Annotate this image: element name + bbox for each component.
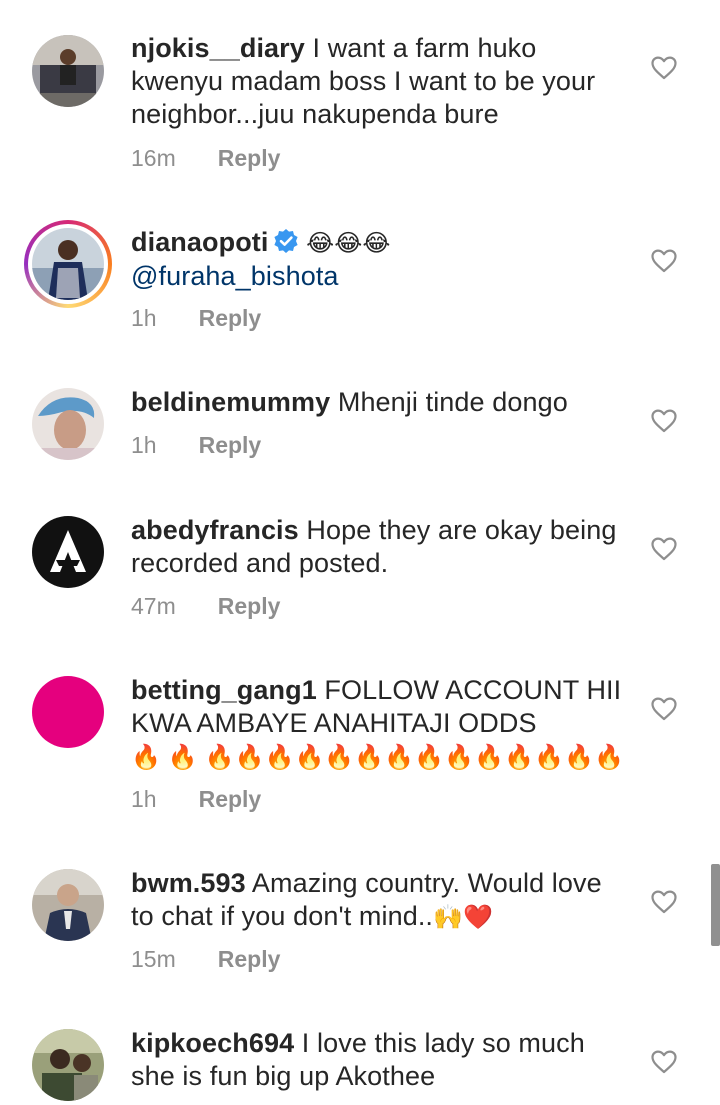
comment-emojis: 🔥 🔥 🔥🔥🔥🔥🔥🔥🔥🔥🔥🔥🔥🔥🔥🔥	[131, 744, 625, 771]
comment-time: 1h	[131, 786, 157, 812]
comment-username[interactable]: bwm.593	[131, 868, 246, 898]
comment-username[interactable]: betting_gang1	[131, 675, 317, 705]
comment-time: 16m	[131, 145, 176, 171]
reply-button[interactable]: Reply	[199, 430, 262, 460]
comment-meta: 1h Reply	[131, 430, 261, 460]
heart-outline-icon[interactable]	[651, 890, 677, 914]
heart-outline-icon[interactable]	[651, 537, 677, 561]
comment-text: betting_gang1 FOLLOW ACCOUNT HII KWA AMB…	[131, 674, 631, 774]
heart-outline-icon[interactable]	[651, 1050, 677, 1074]
comment-username[interactable]: dianaopoti	[131, 227, 269, 257]
comment-text: beldinemummy Mhenji tinde dongo	[131, 386, 631, 419]
reply-button[interactable]: Reply	[218, 143, 281, 173]
reply-button[interactable]: Reply	[218, 944, 281, 974]
story-ring[interactable]	[24, 220, 112, 308]
comment-body: Mhenji tinde dongo	[330, 387, 568, 417]
heart-outline-icon[interactable]	[651, 249, 677, 273]
reply-button[interactable]: Reply	[218, 591, 281, 621]
comment-time: 15m	[131, 946, 176, 972]
heart-outline-icon[interactable]	[651, 56, 677, 80]
avatar[interactable]	[32, 228, 104, 300]
avatar[interactable]	[32, 1029, 104, 1101]
avatar[interactable]	[32, 388, 104, 460]
comment-meta: 15m Reply	[131, 944, 280, 974]
reply-button[interactable]: Reply	[199, 303, 262, 333]
comment-text: kipkoech694 I love this lady so much she…	[131, 1027, 631, 1093]
reply-button[interactable]: Reply	[199, 784, 262, 814]
comment-text: dianaopoti 😂😂😂 @furaha_bishota	[131, 226, 631, 293]
scrollbar-thumb[interactable]	[711, 864, 720, 946]
comment-username[interactable]: beldinemummy	[131, 387, 330, 417]
avatar[interactable]	[32, 869, 104, 941]
verified-badge-icon	[273, 229, 298, 253]
comment-username[interactable]: kipkoech694	[131, 1028, 294, 1058]
heart-outline-icon[interactable]	[651, 409, 677, 433]
comment-text: njokis__diary I want a farm huko kwenyu …	[131, 32, 631, 131]
comment-meta: 16m Reply	[131, 143, 280, 173]
comment-meta: 47m Reply	[131, 591, 280, 621]
comment-meta: 1h Reply	[131, 303, 261, 333]
avatar[interactable]	[32, 676, 104, 748]
comment-time: 1h	[131, 305, 157, 331]
comment-text: bwm.593 Amazing country. Would love to c…	[131, 867, 631, 934]
comment-meta: 1h Reply	[131, 784, 261, 814]
comment-username[interactable]: njokis__diary	[131, 33, 305, 63]
comment-emojis: 😂😂😂	[306, 230, 391, 257]
comment-time: 1h	[131, 432, 157, 458]
comment-text: abedyfrancis Hope they are okay being re…	[131, 514, 631, 580]
heart-outline-icon[interactable]	[651, 697, 677, 721]
comment-username[interactable]: abedyfrancis	[131, 515, 299, 545]
comments-screen: njokis__diary I want a farm huko kwenyu …	[0, 0, 720, 1105]
avatar[interactable]	[32, 35, 104, 107]
comment-time: 47m	[131, 593, 176, 619]
comment-emojis: 🙌❤️	[433, 904, 493, 931]
avatar[interactable]	[32, 516, 104, 588]
mention-link[interactable]: @furaha_bishota	[131, 261, 339, 291]
